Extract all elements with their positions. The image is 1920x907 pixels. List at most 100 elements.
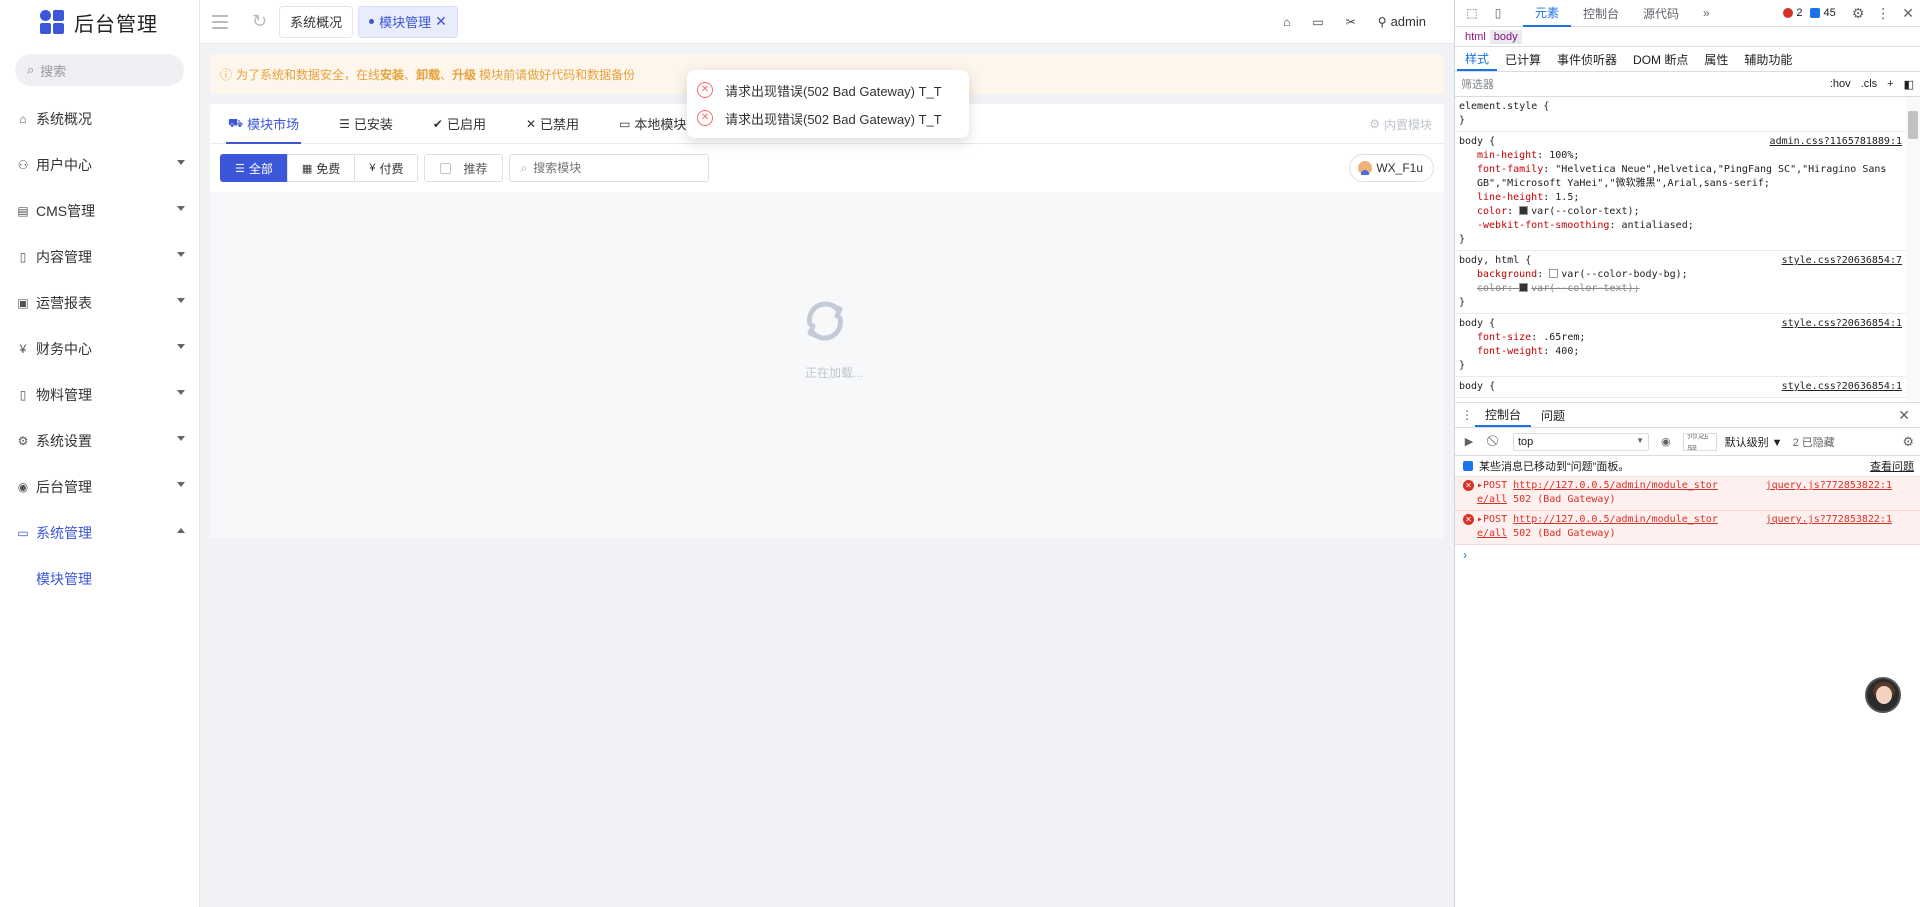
menu-toggle-icon[interactable] <box>212 14 228 29</box>
gear-icon[interactable]: ⚙ <box>1902 434 1914 450</box>
sidebar-item-content[interactable]: ▯ 内容管理 <box>0 234 199 280</box>
rule-source-link[interactable]: style.css?20636854:1 <box>1782 380 1902 394</box>
devtools-more-tabs[interactable]: » <box>1691 0 1722 27</box>
rule-source-link[interactable]: style.css?20636854:1 <box>1782 317 1902 331</box>
gear-icon[interactable]: ⚙ <box>1852 5 1865 22</box>
info-count-badge[interactable]: 45 <box>1810 7 1836 19</box>
sidebar-search-input[interactable]: ⌕ 搜索 <box>15 54 184 86</box>
sidebar-toggle-icon[interactable]: ▶ <box>1461 435 1477 448</box>
console-prompt[interactable]: › <box>1455 545 1920 565</box>
tools-icon[interactable]: ✂ <box>1346 15 1356 29</box>
sidebar-item-system[interactable]: ▭ 系统管理 <box>0 510 199 556</box>
hov-toggle[interactable]: :hov <box>1830 78 1851 90</box>
style-declaration[interactable]: background: var(--color-body-bg); <box>1459 268 1914 282</box>
request-url-cont[interactable]: e/all <box>1477 494 1507 505</box>
close-icon[interactable]: ✕ <box>435 13 447 30</box>
tab-disabled[interactable]: ✕ 已禁用 <box>526 104 579 143</box>
error-count-badge[interactable]: 2 <box>1783 7 1802 19</box>
filter-all-button[interactable]: ☰ 全部 <box>220 154 288 182</box>
sidebar-toggle-icon[interactable]: ◧ <box>1904 78 1914 91</box>
style-declaration[interactable]: font-weight: 400; <box>1459 345 1914 359</box>
filter-free-button[interactable]: ▦ 免费 <box>286 154 356 182</box>
rule-source-link[interactable]: admin.css?1165781889:1 <box>1770 135 1902 149</box>
tab-module-market[interactable]: ⛟ 模块市场 <box>225 104 302 144</box>
home-icon[interactable]: ⌂ <box>1283 15 1290 29</box>
console-filter-input[interactable]: 筛选器 <box>1682 432 1717 451</box>
context-select[interactable]: top <box>1513 432 1649 451</box>
style-declaration[interactable]: line-height: 1.5; <box>1459 191 1914 205</box>
tab-installed[interactable]: ☰ 已安装 <box>339 104 393 143</box>
eye-icon[interactable]: ◉ <box>1661 435 1671 448</box>
inspect-element-icon[interactable]: ⬚ <box>1463 5 1481 21</box>
close-icon[interactable]: ✕ <box>1898 403 1920 427</box>
color-swatch-icon[interactable] <box>1519 206 1529 215</box>
tab-enabled[interactable]: ✔ 已启用 <box>433 104 486 143</box>
color-swatch-icon[interactable] <box>1549 269 1559 278</box>
style-declaration[interactable]: -webkit-font-smoothing: antialiased; <box>1459 219 1914 233</box>
sidebar-item-settings[interactable]: ⚙ 系统设置 <box>0 418 199 464</box>
breadcrumb-body[interactable]: body <box>1489 29 1522 44</box>
devtools-tab-console[interactable]: 控制台 <box>1571 0 1631 27</box>
tab-module-management[interactable]: 模块管理 ✕ <box>358 5 458 38</box>
request-url[interactable]: http://127.0.0.5/admin/module_stor <box>1513 480 1718 491</box>
log-levels-select[interactable]: 默认级别 ▼ <box>1725 434 1783 450</box>
sidebar-item-materials[interactable]: ▯ 物料管理 <box>0 372 199 418</box>
style-declaration[interactable]: font-size: .65rem; <box>1459 331 1914 345</box>
scrollbar-thumb[interactable] <box>1908 111 1918 139</box>
more-vert-icon[interactable]: ⋮ <box>1459 403 1475 427</box>
subtab-dom-breakpoints[interactable]: DOM 断点 <box>1625 47 1696 71</box>
sidebar-item-reports[interactable]: ▣ 运营报表 <box>0 280 199 326</box>
tab-local-modules[interactable]: ▭ 本地模块 <box>619 104 686 143</box>
style-declaration[interactable]: color: var(--color-text); <box>1459 205 1914 219</box>
close-icon[interactable]: ✕ <box>1902 5 1914 22</box>
style-declaration[interactable]: font-family: "Helvetica Neue",Helvetica,… <box>1459 163 1914 191</box>
request-url-cont[interactable]: e/all <box>1477 528 1507 539</box>
sidebar-item-cms[interactable]: ▤ CMS管理 <box>0 188 199 234</box>
refresh-icon[interactable]: ↻ <box>252 11 267 32</box>
sidebar-subitem-module-management[interactable]: 模块管理 <box>0 556 199 602</box>
builtin-modules-link[interactable]: ⚙ 内置模块 <box>1369 104 1432 144</box>
logo[interactable]: 后台管理 <box>0 0 199 44</box>
error-source-link[interactable]: jquery.js?772853822:1 <box>1766 513 1892 527</box>
sidebar-item-admin[interactable]: ◉ 后台管理 <box>0 464 199 510</box>
floating-avatar[interactable] <box>1865 677 1901 713</box>
subtab-styles[interactable]: 样式 <box>1457 47 1498 71</box>
console-error[interactable]: ✕ ▸POST http://127.0.0.5/admin/module_st… <box>1455 477 1920 511</box>
filter-paid-button[interactable]: ¥ 付费 <box>354 154 419 182</box>
view-issues-link[interactable]: 查看问题 <box>1870 458 1914 474</box>
styles-filter-input[interactable]: 筛选器 <box>1461 76 1820 92</box>
subtab-properties[interactable]: 属性 <box>1696 47 1736 71</box>
color-swatch-icon[interactable] <box>1519 283 1529 292</box>
sidebar-item-user-center[interactable]: ⚇ 用户中心 <box>0 142 199 188</box>
error-toast[interactable]: ✕ 请求出现错误(502 Bad Gateway) T_T <box>687 76 969 104</box>
clear-console-icon[interactable]: ⃠ <box>1487 435 1503 448</box>
drawer-tab-console[interactable]: 控制台 <box>1475 403 1532 427</box>
tab-overview[interactable]: 系统概况 <box>279 5 354 38</box>
account-chip[interactable]: WX_F1u <box>1349 154 1434 182</box>
more-vert-icon[interactable]: ⋮ <box>1876 5 1890 22</box>
module-search-input[interactable] <box>533 161 694 175</box>
monitor-icon[interactable]: ▭ <box>1312 15 1323 29</box>
request-url[interactable]: http://127.0.0.5/admin/module_stor <box>1513 514 1718 525</box>
drawer-tab-issues[interactable]: 问题 <box>1531 403 1575 427</box>
device-toggle-icon[interactable]: ▯ <box>1489 5 1507 21</box>
styles-scrollbar[interactable] <box>1906 97 1920 402</box>
style-declaration-overridden[interactable]: color: var(--color-text); <box>1459 282 1914 296</box>
subtab-computed[interactable]: 已计算 <box>1497 47 1549 71</box>
style-declaration[interactable]: min-height: 100%; <box>1459 149 1914 163</box>
user-menu[interactable]: ⚲ admin <box>1378 14 1426 29</box>
cls-toggle[interactable]: .cls <box>1861 78 1878 90</box>
error-toast[interactable]: ✕ 请求出现错误(502 Bad Gateway) T_T <box>687 104 969 132</box>
devtools-tab-elements[interactable]: 元素 <box>1523 0 1572 27</box>
breadcrumb-html[interactable]: html <box>1461 30 1490 44</box>
rule-source-link[interactable]: style.css?20636854:7 <box>1782 254 1902 268</box>
add-rule-icon[interactable]: + <box>1887 78 1893 90</box>
sidebar-item-finance[interactable]: ¥ 财务中心 <box>0 326 199 372</box>
devtools-tab-sources[interactable]: 源代码 <box>1631 0 1691 27</box>
subtab-event-listeners[interactable]: 事件侦听器 <box>1549 47 1625 71</box>
subtab-accessibility[interactable]: 辅助功能 <box>1736 47 1800 71</box>
console-error[interactable]: ✕ ▸POST http://127.0.0.5/admin/module_st… <box>1455 511 1920 545</box>
recommend-checkbox[interactable]: 推荐 <box>424 154 504 182</box>
sidebar-item-overview[interactable]: ⌂ 系统概况 <box>0 96 199 142</box>
error-source-link[interactable]: jquery.js?772853822:1 <box>1766 479 1892 493</box>
